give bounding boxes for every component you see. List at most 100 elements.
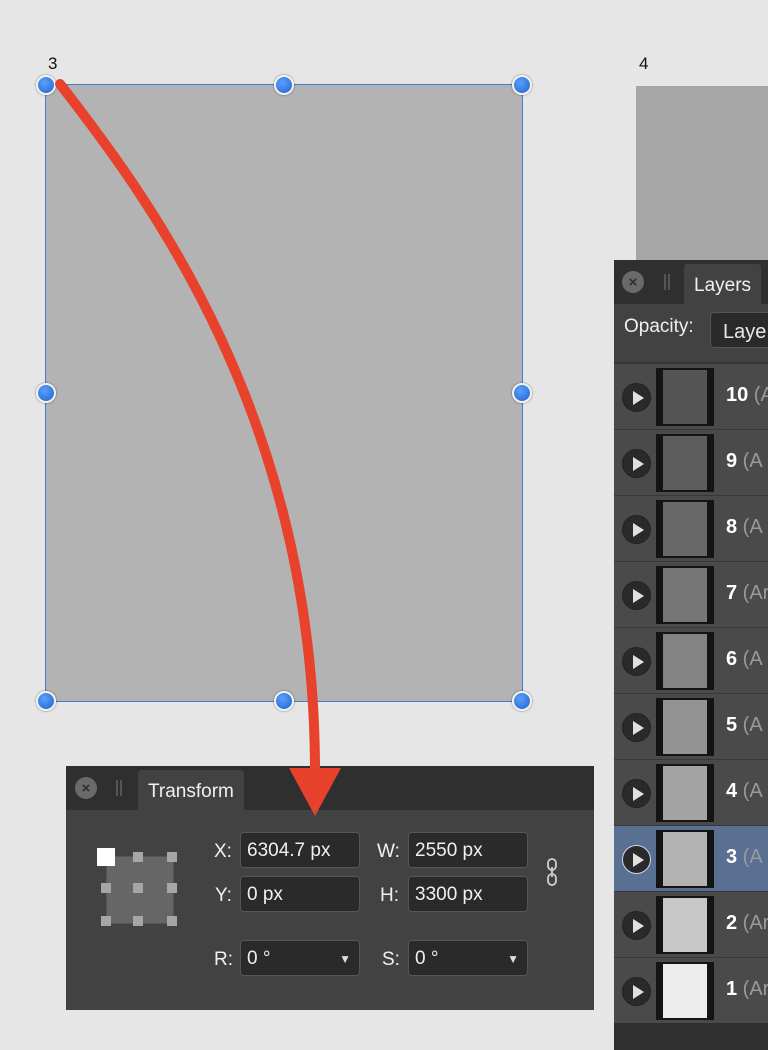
anchor-bottom-center[interactable] [133,916,143,926]
tab-transform[interactable]: Transform [138,770,244,810]
x-label: X: [214,841,232,862]
expand-play-icon[interactable] [622,647,651,676]
artboard-4[interactable] [636,86,768,286]
expand-play-icon[interactable] [622,911,651,940]
s-dropdown[interactable]: 0 ° ▼ [408,940,528,976]
layer-thumbnail [656,896,714,954]
expand-play-icon[interactable] [622,515,651,544]
layer-row[interactable]: 6 (A [614,627,768,693]
r-value: 0 ° [247,948,271,969]
anchor-top-center[interactable] [133,852,143,862]
anchor-bottom-right[interactable] [167,916,177,926]
transform-close-icon[interactable]: × [75,777,97,799]
opacity-label: Opacity: [624,316,694,337]
layer-type: (A [737,450,763,472]
layer-row[interactable]: 10 (A [614,363,768,429]
link-chain-icon[interactable] [546,858,558,891]
layer-number: 4 [726,780,738,802]
opacity-row: Opacity: Laye [614,304,768,363]
layer-thumbnail [656,632,714,690]
s-label: S: [382,949,400,970]
layer-type: (A [737,516,763,538]
resize-handle-bottom-center[interactable] [274,691,294,711]
layer-thumbnail [656,830,714,888]
anchor-top-right[interactable] [167,852,177,862]
layer-number: 3 [726,846,738,868]
x-field[interactable]: 6304.7 px [240,832,360,868]
layer-thumbnail [656,434,714,492]
layer-row[interactable]: 9 (A [614,429,768,495]
r-dropdown-arrow-icon: ▼ [339,952,351,966]
layer-thumbnail [656,764,714,822]
layer-number: 5 [726,714,738,736]
layer-row[interactable]: 5 (A [614,693,768,759]
resize-handle-middle-left[interactable] [36,383,56,403]
transform-panel: × Transform X: 6304.7 px W: 2550 px Y: 0… [66,766,594,1010]
layer-thumbnail [656,368,714,426]
resize-handle-top-right[interactable] [512,75,532,95]
selection-bounding-box [45,84,523,702]
anchor-bottom-left[interactable] [101,916,111,926]
r-dropdown[interactable]: 0 ° ▼ [240,940,360,976]
layer-type: (Ar [737,912,768,934]
h-label: H: [380,885,399,906]
resize-handle-top-center[interactable] [274,75,294,95]
artboard-3-label: 3 [48,54,58,73]
resize-handle-middle-right[interactable] [512,383,532,403]
layer-type: (Ar [737,978,768,1000]
layer-number: 1 [726,978,738,1000]
layer-name: 7 (Ar [726,582,768,605]
layer-number: 6 [726,648,738,670]
layer-number: 2 [726,912,738,934]
layer-name: 3 (A [726,846,763,869]
resize-handle-top-left[interactable] [36,75,56,95]
expand-play-icon[interactable] [622,977,651,1006]
layers-panel-header: × Layers [614,260,768,304]
layer-row[interactable]: 8 (A [614,495,768,561]
w-label: W: [377,841,400,862]
layer-row[interactable]: 4 (A [614,759,768,825]
anchor-top-left[interactable] [97,848,115,866]
layer-number: 8 [726,516,738,538]
artboard-4-label: 4 [639,54,649,73]
expand-play-icon[interactable] [622,581,651,610]
anchor-middle-left[interactable] [101,883,111,893]
layer-name: 8 (A [726,516,763,539]
y-label: Y: [215,885,232,906]
tab-layers[interactable]: Layers [684,264,762,304]
expand-play-icon[interactable] [622,383,651,412]
expand-play-icon[interactable] [622,713,651,742]
layer-type: (A [753,384,768,406]
opacity-field[interactable]: Laye [710,312,768,348]
layer-type: (A [737,780,763,802]
layer-name: 10 (A [726,384,768,407]
layer-type: (A [737,714,763,736]
layer-row[interactable]: 7 (Ar [614,561,768,627]
layer-number: 9 [726,450,738,472]
layer-row[interactable]: 3 (A [614,825,768,891]
anchor-center[interactable] [133,883,143,893]
anchor-middle-right[interactable] [167,883,177,893]
r-label: R: [214,949,233,970]
layers-grip-icon[interactable] [664,274,670,290]
transform-panel-header: × Transform [66,766,594,810]
layer-row[interactable]: 2 (Ar [614,891,768,957]
layers-close-icon[interactable]: × [622,271,644,293]
layer-number: 7 [726,582,738,604]
layer-type: (A [737,648,763,670]
layer-type: (Ar [737,582,768,604]
resize-handle-bottom-right[interactable] [512,691,532,711]
layers-panel-footer [614,1023,768,1050]
layer-name: 2 (Ar [726,912,768,935]
w-field[interactable]: 2550 px [408,832,528,868]
transform-grip-icon[interactable] [116,780,122,796]
s-value: 0 ° [415,948,439,969]
resize-handle-bottom-left[interactable] [36,691,56,711]
expand-play-icon[interactable] [622,779,651,808]
expand-play-icon[interactable] [622,449,651,478]
expand-play-icon[interactable] [622,845,651,874]
layer-number: 10 [726,384,749,406]
y-field[interactable]: 0 px [240,876,360,912]
layer-row[interactable]: 1 (Ar [614,957,768,1023]
h-field[interactable]: 3300 px [408,876,528,912]
